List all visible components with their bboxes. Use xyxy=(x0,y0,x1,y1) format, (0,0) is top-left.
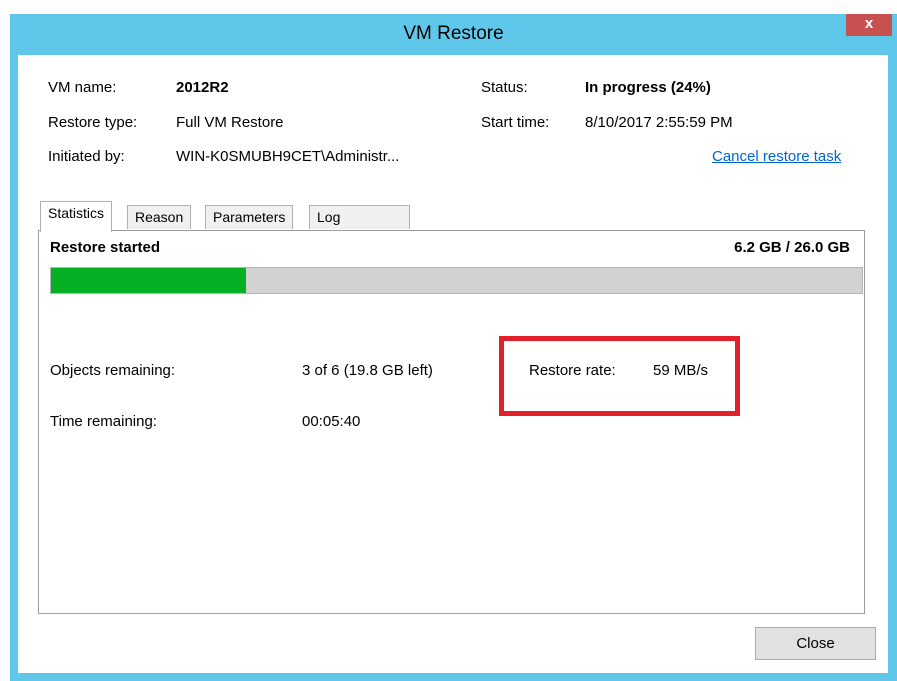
title-bar[interactable]: VM Restore x xyxy=(10,14,897,55)
status-value: In progress (24%) xyxy=(585,79,711,96)
initiated-by-label: Initiated by: xyxy=(48,148,125,165)
restore-status-header: Restore started xyxy=(50,239,161,256)
vm-name-label: VM name: xyxy=(48,79,117,96)
time-remaining-label: Time remaining: xyxy=(50,413,157,430)
restore-rate-highlight-box xyxy=(499,336,740,416)
window-title: VM Restore xyxy=(403,23,504,44)
vm-restore-window: VM Restore x VM name: 2012R2 Restore typ… xyxy=(10,14,897,681)
tab-reason[interactable]: Reason xyxy=(127,205,192,229)
initiated-by-value: WIN-K0SMUBH9CET\Administr... xyxy=(176,148,400,165)
vm-name-value: 2012R2 xyxy=(176,79,229,96)
objects-remaining-value: 3 of 6 (19.8 GB left) xyxy=(302,362,433,379)
restore-type-value: Full VM Restore xyxy=(176,114,284,131)
cancel-restore-link[interactable]: Cancel restore task xyxy=(712,148,841,165)
close-button[interactable]: Close xyxy=(755,627,876,660)
objects-remaining-label: Objects remaining: xyxy=(50,362,176,379)
tab-statistics[interactable]: Statistics xyxy=(40,201,113,232)
restore-type-label: Restore type: xyxy=(48,114,138,131)
start-time-label: Start time: xyxy=(481,114,550,131)
size-progress: 6.2 GB / 26.0 GB xyxy=(734,239,850,256)
progress-fill xyxy=(51,268,246,293)
time-remaining-value: 00:05:40 xyxy=(302,413,361,430)
start-time-value: 8/10/2017 2:55:59 PM xyxy=(585,114,733,131)
restore-progress-bar xyxy=(50,267,863,294)
tab-log[interactable]: Log xyxy=(309,205,410,229)
close-window-icon[interactable]: x xyxy=(846,14,892,36)
dialog-client-area: VM name: 2012R2 Restore type: Full VM Re… xyxy=(18,55,888,673)
tab-parameters[interactable]: Parameters xyxy=(205,205,294,229)
status-label: Status: xyxy=(481,79,528,96)
statistics-panel: Restore started 6.2 GB / 26.0 GB Objects… xyxy=(38,230,865,614)
